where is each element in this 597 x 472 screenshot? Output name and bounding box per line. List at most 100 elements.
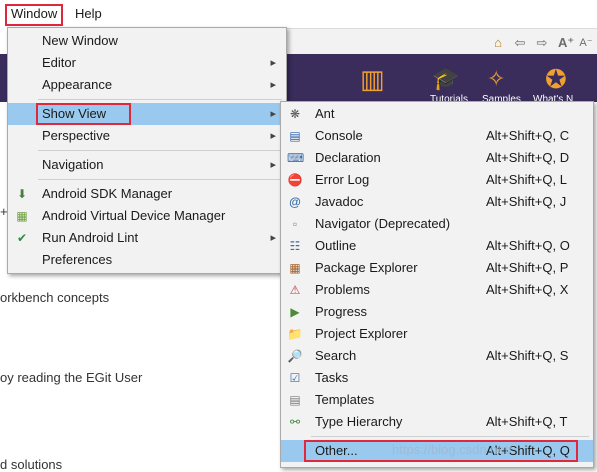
view-item-shortcut: Alt+Shift+Q, P <box>486 260 569 275</box>
menu-separator <box>38 150 282 151</box>
bg-text-1: orkbench concepts <box>0 290 110 305</box>
window-menu: New Window Editor ▸ Appearance ▸ Show Vi… <box>7 27 287 274</box>
menu-separator <box>311 436 589 437</box>
declaration-icon: ⌨ <box>287 151 305 165</box>
view-item-shortcut: Alt+Shift+Q, O <box>486 238 570 253</box>
bg-text-3: d solutions <box>0 457 63 472</box>
submenu-arrow-icon: ▸ <box>270 159 276 171</box>
lint-check-icon: ✔ <box>16 231 28 245</box>
view-item-tasks[interactable]: ☑ Tasks <box>281 367 593 389</box>
view-item-label: Progress <box>315 304 368 319</box>
view-item-navigator[interactable]: ▫ Navigator (Deprecated) <box>281 213 593 235</box>
view-item-label: Declaration <box>315 150 381 165</box>
view-item-templates[interactable]: ▤ Templates <box>281 389 593 411</box>
menu-item-perspective[interactable]: Perspective ▸ <box>8 125 286 147</box>
view-item-label: Outline <box>315 238 357 253</box>
menu-item-label: Navigation <box>42 157 104 172</box>
menu-item-appearance[interactable]: Appearance ▸ <box>8 74 286 96</box>
menu-item-label: Preferences <box>42 252 113 267</box>
view-item-label: Error Log <box>315 172 370 187</box>
view-item-project-explorer[interactable]: 📁 Project Explorer <box>281 323 593 345</box>
overview-icon[interactable]: ▥ <box>360 64 385 94</box>
view-item-shortcut: Alt+Shift+Q, C <box>486 128 570 143</box>
menu-item-android-avd-manager[interactable]: ▦ Android Virtual Device Manager <box>8 205 286 227</box>
view-item-label: Ant <box>315 106 335 121</box>
tasks-icon: ☑ <box>289 371 301 385</box>
menu-item-label: Android SDK Manager <box>42 186 173 201</box>
forward-icon[interactable]: ⇨ <box>534 35 550 51</box>
view-item-javadoc[interactable]: @ Javadoc Alt+Shift+Q, J <box>281 191 593 213</box>
submenu-arrow-icon: ▸ <box>270 130 276 142</box>
view-item-label: Tasks <box>315 370 349 385</box>
view-item-outline[interactable]: ☷ Outline Alt+Shift+Q, O <box>281 235 593 257</box>
type-hierarchy-icon: ⚯ <box>289 415 301 429</box>
tutorials-icon[interactable]: 🎓 <box>432 64 459 94</box>
view-item-shortcut: Alt+Shift+Q, X <box>486 282 569 297</box>
view-item-label: Problems <box>315 282 370 297</box>
templates-icon: ▤ <box>289 393 301 407</box>
search-icon: 🔎 <box>287 349 303 363</box>
menu-item-android-sdk-manager[interactable]: ⬇ Android SDK Manager <box>8 183 286 205</box>
decrease-font-icon[interactable]: A⁻ <box>578 35 594 51</box>
submenu-arrow-icon: ▸ <box>270 79 276 91</box>
view-item-problems[interactable]: ⚠ Problems Alt+Shift+Q, X <box>281 279 593 301</box>
menu-item-label: Run Android Lint <box>42 230 139 245</box>
welcome-toolbar: ⌂ ⇦ ⇨ A⁺ A⁻ <box>285 28 597 56</box>
sdk-manager-icon: ⬇ <box>16 187 28 201</box>
view-item-label: Javadoc <box>315 194 364 209</box>
navigator-icon: ▫ <box>292 217 298 231</box>
menu-item-editor[interactable]: Editor ▸ <box>8 52 286 74</box>
view-item-error-log[interactable]: ⛔ Error Log Alt+Shift+Q, L <box>281 169 593 191</box>
submenu-arrow-icon: ▸ <box>270 57 276 69</box>
increase-font-icon[interactable]: A⁺ <box>558 35 574 51</box>
view-item-shortcut: Alt+Shift+Q, D <box>486 150 570 165</box>
view-item-search[interactable]: 🔎 Search Alt+Shift+Q, S <box>281 345 593 367</box>
view-item-label: Project Explorer <box>315 326 408 341</box>
view-item-label: Templates <box>315 392 375 407</box>
menu-item-label: New Window <box>42 33 118 48</box>
menu-item-new-window[interactable]: New Window <box>8 30 286 52</box>
view-item-progress[interactable]: ▶ Progress <box>281 301 593 323</box>
show-view-submenu: ❋ Ant ▤ Console Alt+Shift+Q, C ⌨ Declara… <box>280 101 594 468</box>
view-item-declaration[interactable]: ⌨ Declaration Alt+Shift+Q, D <box>281 147 593 169</box>
outline-icon: ☷ <box>289 239 301 253</box>
menu-bar: Window Help <box>0 0 597 28</box>
package-explorer-icon: ▦ <box>289 261 301 275</box>
view-item-label: Navigator (Deprecated) <box>315 216 451 231</box>
view-item-console[interactable]: ▤ Console Alt+Shift+Q, C <box>281 125 593 147</box>
problems-icon: ⚠ <box>289 283 301 297</box>
error-log-icon: ⛔ <box>287 173 303 187</box>
menu-item-run-android-lint[interactable]: ✔ Run Android Lint ▸ <box>8 227 286 249</box>
progress-icon: ▶ <box>290 305 300 319</box>
back-icon[interactable]: ⇦ <box>512 35 528 51</box>
menu-item-navigation[interactable]: Navigation ▸ <box>8 154 286 176</box>
whats-new-icon[interactable]: ✪ <box>545 64 567 94</box>
menu-item-label: Perspective <box>42 128 110 143</box>
bg-text-2: oy reading the EGit User <box>0 370 143 385</box>
menu-item-label: Editor <box>42 55 76 70</box>
menu-item-label: Appearance <box>42 77 113 92</box>
view-item-type-hierarchy[interactable]: ⚯ Type Hierarchy Alt+Shift+Q, T <box>281 411 593 433</box>
view-item-package-explorer[interactable]: ▦ Package Explorer Alt+Shift+Q, P <box>281 257 593 279</box>
menu-item-preferences[interactable]: Preferences <box>8 249 286 271</box>
view-item-shortcut: Alt+Shift+Q, S <box>486 348 569 363</box>
view-item-label: Package Explorer <box>315 260 418 275</box>
view-item-label: Search <box>315 348 357 363</box>
samples-icon[interactable]: ✧ <box>487 64 505 94</box>
view-item-label: Console <box>315 128 363 143</box>
menu-help[interactable]: Help <box>70 5 107 23</box>
watermark-text: https://blog.csdn.net/... <box>392 442 523 457</box>
project-explorer-icon: 📁 <box>287 327 303 341</box>
menu-separator <box>38 179 282 180</box>
ant-icon: ❋ <box>289 107 301 121</box>
view-item-shortcut: Alt+Shift+Q, J <box>486 194 567 209</box>
submenu-arrow-icon: ▸ <box>270 108 276 120</box>
view-item-shortcut: Alt+Shift+Q, T <box>486 414 568 429</box>
view-item-label: Type Hierarchy <box>315 414 403 429</box>
avd-manager-icon: ▦ <box>16 209 28 223</box>
submenu-arrow-icon: ▸ <box>270 232 276 244</box>
view-item-ant[interactable]: ❋ Ant <box>281 103 593 125</box>
menu-window[interactable]: Window <box>5 4 64 26</box>
console-icon: ▤ <box>289 129 301 143</box>
home-icon[interactable]: ⌂ <box>490 35 506 51</box>
